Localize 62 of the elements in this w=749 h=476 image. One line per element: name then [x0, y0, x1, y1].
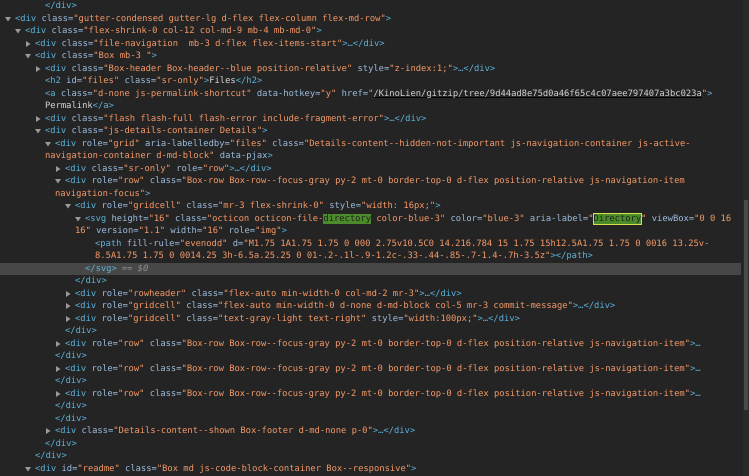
- code-line: </div>: [55, 412, 87, 425]
- caret-down-icon[interactable]: [55, 178, 61, 184]
- code-line: navigation-container d-md-block" data-pjax>: [45, 150, 273, 162]
- code-line: </div>: [35, 450, 67, 462]
- code-line: <div class="flash flash-full flash-error include-fragment-error">…</div>: [45, 112, 426, 125]
- caret-right-icon[interactable]: [45, 428, 51, 434]
- caret-right-icon[interactable]: [65, 303, 71, 310]
- caret-down-icon[interactable]: [65, 203, 71, 210]
- caret-down-icon[interactable]: [35, 128, 41, 134]
- code-line: </div>: [65, 325, 97, 338]
- code-line: Permalink</a>: [45, 100, 114, 112]
- code-line: <div role="row" class="Box-row Box-row--focus-gray py-2 mt-0 border-top-0 d-flex position-relative js-navigation-item">…: [65, 362, 701, 375]
- scrollbar-track[interactable]: [743, 0, 749, 476]
- scrollbar-thumb[interactable]: [744, 200, 748, 410]
- code-line: </div>: [45, 0, 77, 12]
- caret-right-icon[interactable]: [55, 366, 61, 372]
- caret-down-icon[interactable]: [75, 216, 81, 222]
- code-line: </div>: [55, 375, 87, 388]
- code-line: navigation-focus">: [55, 188, 150, 200]
- code-line: <div class="file-navigation mb-3 d-flex flex-items-start">…</div>: [35, 38, 385, 50]
- code-line: <a class="d-none js-permalink-shortcut" data-hotkey="y" href="/KinoLien/gitzip/tree/9d44ad8e75d0a46f65c4c07aee797407a3bc023a">: [45, 88, 712, 100]
- code-line: <div class="Details-content--shown Box-footer d-md-none p-0">…</div>: [55, 425, 416, 438]
- code-line: <h2 id="files" class="sr-only">Files</h2>: [45, 75, 262, 88]
- node-reference: == $0: [122, 262, 148, 275]
- code-line: 16" version="1.1" width="16" role="img">: [75, 225, 287, 238]
- caret-right-icon[interactable]: [65, 316, 71, 322]
- code-line: <div role="gridcell" class="mr-3 flex-shrink-0" style="width: 16px;">: [75, 200, 440, 212]
- code-line: <div class="flex-shrink-0 col-12 col-md-9 mb-4 mb-md-0">: [25, 25, 322, 38]
- code-line: <svg height="16" class="octicon octicon-file-directory color-blue-3" color="blue-3" aria-label="Directory" viewBox="0 0 16: [85, 212, 732, 225]
- code-line: </div>: [55, 350, 87, 362]
- caret-right-icon[interactable]: [55, 166, 61, 172]
- code-line: </svg>: [85, 262, 117, 275]
- caret-down-icon[interactable]: [25, 466, 31, 472]
- code-line: <div class="js-details-container Details">: [45, 125, 268, 138]
- code-line: <div class="Box mb-3 ">: [35, 50, 157, 62]
- link[interactable]: /KinoLien/gitzip/tree/9d44ad8e75d0a46f65c4c07aee797407a3bc023a: [373, 88, 702, 98]
- code-line: <div role="row" class="Box-row Box-row--focus-gray py-2 mt-0 border-top-0 d-flex position-relative js-navigation-item: [65, 175, 685, 188]
- caret-right-icon[interactable]: [55, 340, 61, 347]
- code-line: <div class="sr-only" role="row">…</div>: [65, 162, 272, 175]
- code-line: 8.5A1.75 1.75 0 0014.25 3h-6.5a.25.25 0 01-.2-.1l-.9-1.2c-.33-.44-.85-.7-1.4-.7h-3.5z"></path>: [95, 250, 593, 262]
- code-line: <div id="readme" class="Box md js-code-block-container Box--responsive">: [35, 462, 416, 475]
- code-line: <div role="gridcell" class="flex-auto min-width-0 d-none d-md-block col-5 mr-3 commit-message">…</div>: [75, 300, 616, 312]
- caret-right-icon[interactable]: [35, 66, 41, 72]
- code-line: <div role="row" class="Box-row Box-row--focus-gray py-2 mt-0 border-top-0 d-flex position-relative js-navigation-item">…: [65, 338, 701, 350]
- code-line: </div>: [75, 275, 107, 288]
- code-line: </div>: [55, 400, 87, 412]
- caret-right-icon[interactable]: [65, 290, 71, 297]
- code-line: <div role="gridcell" class="text-gray-light text-right" style="width:100px;">…</div>: [75, 312, 520, 325]
- caret-down-icon[interactable]: [15, 28, 21, 34]
- code-line: <div role="grid" aria-labelledby="files" class="Details-content--hidden-not-important js-navigation-container js-active-: [55, 138, 691, 150]
- caret-right-icon[interactable]: [35, 116, 41, 122]
- caret-down-icon[interactable]: [45, 140, 51, 147]
- caret-right-icon[interactable]: [25, 40, 31, 47]
- caret-right-icon[interactable]: [55, 390, 61, 397]
- code-line: <div class="gutter-condensed gutter-lg d-flex flex-column flex-md-row">: [15, 12, 392, 25]
- code-line: <div role="row" class="Box-row Box-row--focus-gray py-2 mt-0 border-top-0 d-flex position-relative js-navigation-item">…: [65, 388, 701, 400]
- code-line: <div class="Box-header Box-header--blue position-relative" style="z-index:1;">…</div>: [45, 62, 496, 75]
- code-line: <div role="rowheader" class="flex-auto min-width-0 col-md-2 mr-3">…</div>: [75, 288, 462, 300]
- code-line: </div>: [45, 438, 77, 450]
- caret-down-icon[interactable]: [25, 53, 31, 60]
- caret-down-icon[interactable]: [5, 16, 11, 22]
- code-line: <path fill-rule="evenodd" d="M1.75 1A1.75 1.75 0 000 2.75v10.5C0 14.216.784 15 1.75 15h12.5A1.75 1.75 0 0016 13.25v-: [95, 238, 710, 250]
